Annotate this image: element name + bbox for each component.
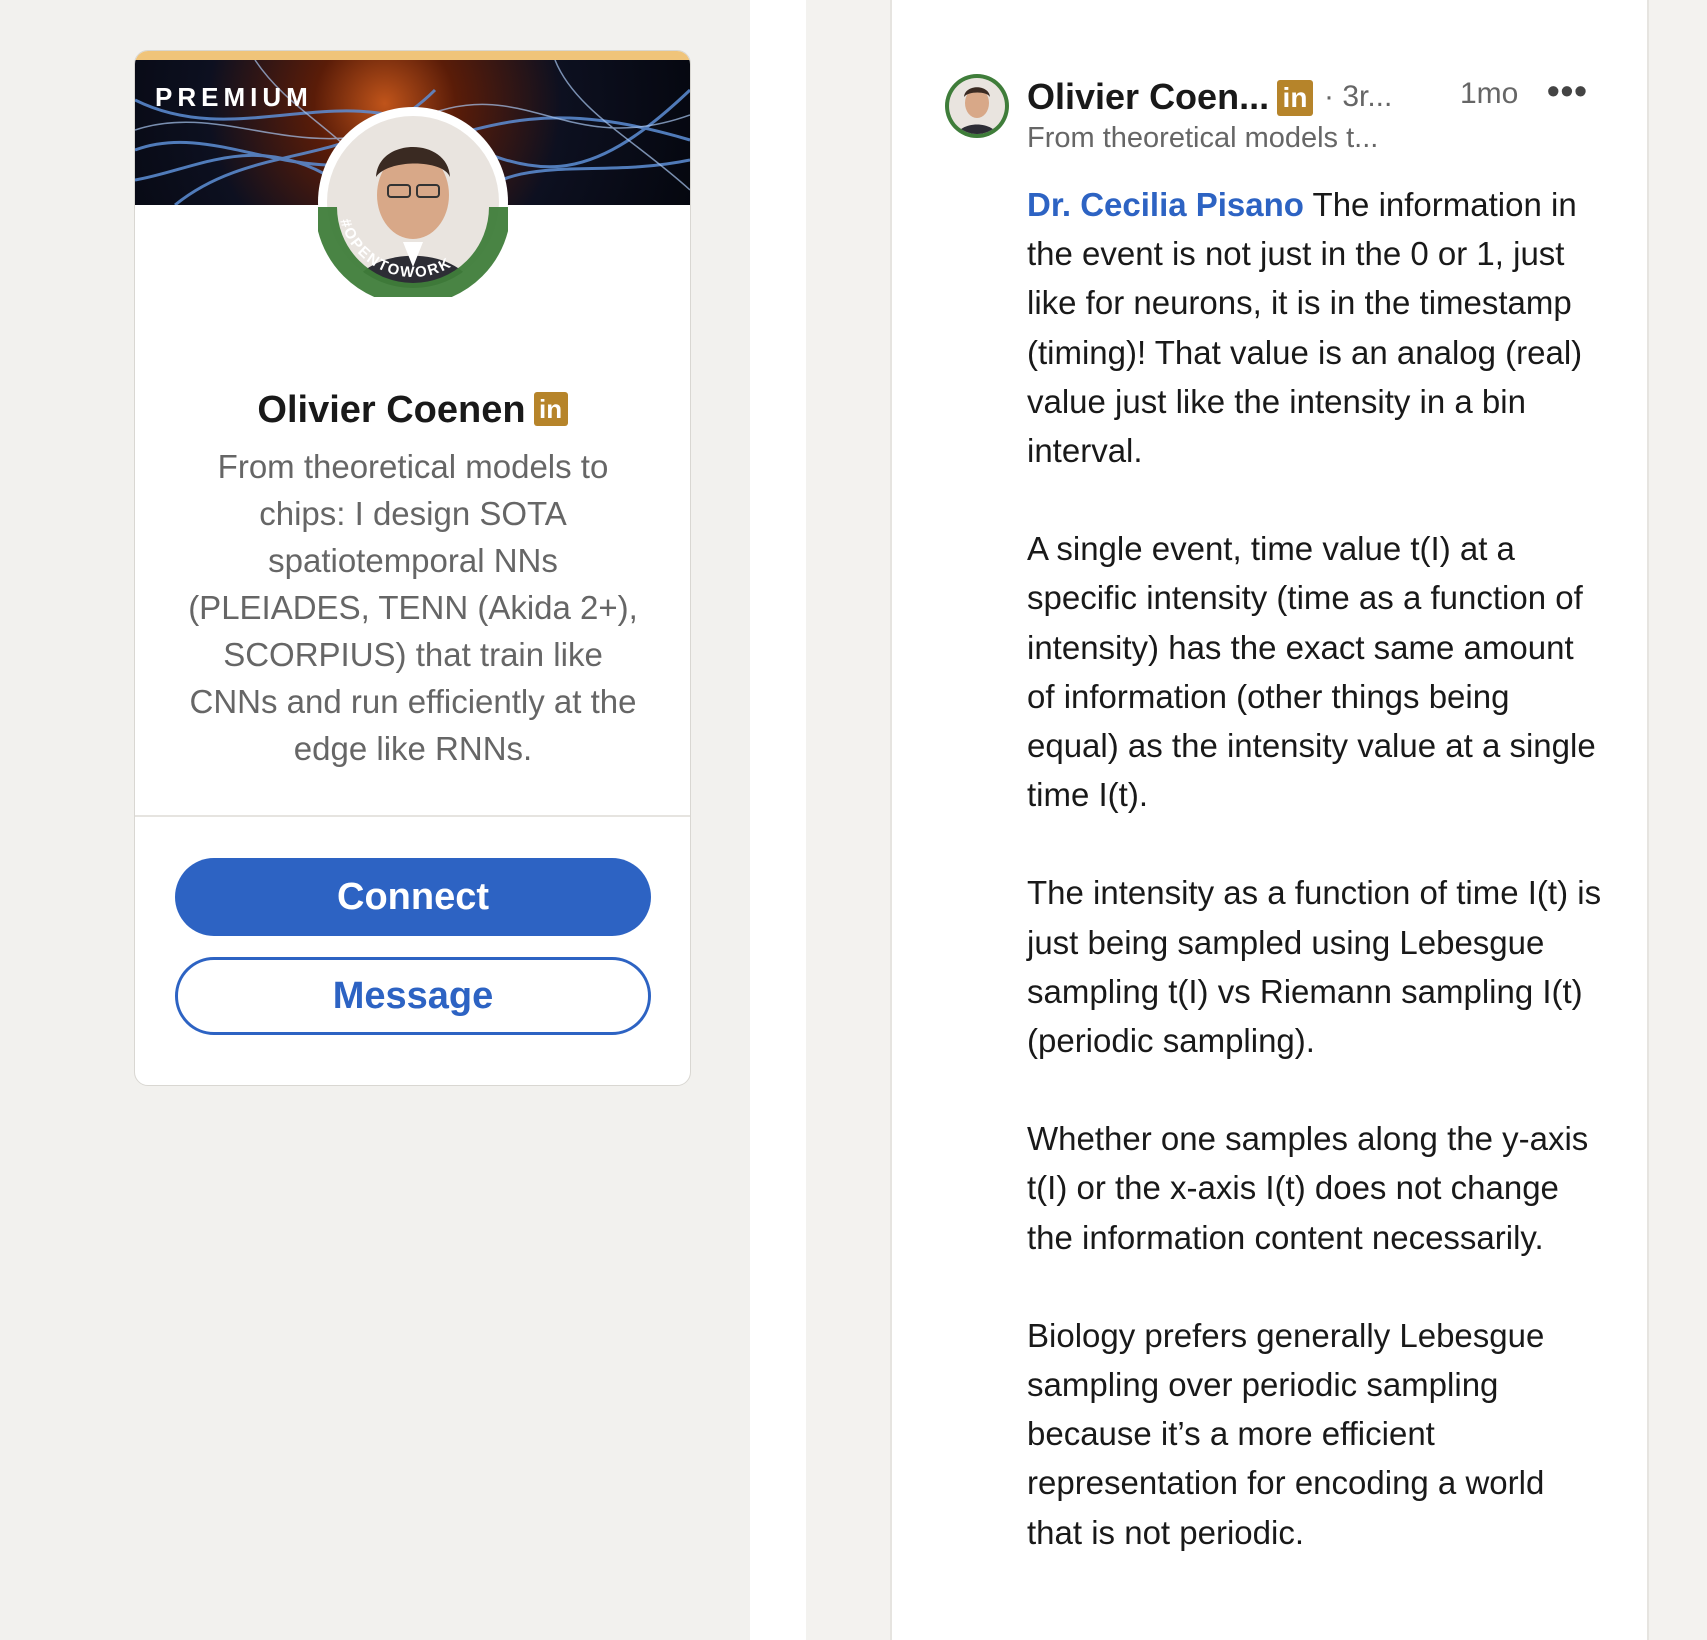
card-divider [135,815,690,817]
comment-text: Dr. Cecilia Pisano The information in th… [1027,180,1607,1606]
linkedin-premium-icon: in [1277,80,1313,116]
profile-avatar[interactable]: #OPENTOWORK [318,107,508,297]
comment-paragraph: Dr. Cecilia Pisano The information in th… [1027,180,1607,475]
premium-label: PREMIUM [155,82,313,112]
comment-author-name[interactable]: Olivier Coen... [1027,76,1269,118]
premium-accent-bar [135,51,690,60]
linkedin-premium-icon: in [533,391,568,426]
comment-paragraph: A single event, time value t(I) at a spe… [1027,530,1596,814]
comment-card: Olivier Coen... in · 3r... 1mo ••• From … [890,0,1649,1640]
profile-headline: From theoretical models to chips: I desi… [188,448,638,767]
connection-degree: · 3r... [1324,80,1393,113]
comment-paragraph-text: The information in the event is not just… [1027,186,1583,470]
mention-link[interactable]: Dr. Cecilia Pisano [1027,186,1304,223]
message-button[interactable]: Message [175,957,651,1035]
connect-button[interactable]: Connect [175,858,651,936]
more-options-icon[interactable]: ••• [1547,70,1588,112]
comment-paragraph: Whether one samples along the y-axis t(I… [1027,1120,1589,1256]
feed-gutter [750,0,806,1640]
profile-name-row[interactable]: Olivier Coenen in [135,389,690,432]
comment-paragraph: The intensity as a function of time I(t)… [1027,874,1602,1060]
left-column: PREMIUM #OPENTOWORK Olivier Coenen in Fr… [0,0,750,1640]
comment-paragraph: Biology prefers generally Lebesgue sampl… [1027,1316,1545,1551]
comment-author-avatar[interactable] [945,74,1009,138]
profile-name[interactable]: Olivier Coenen [257,389,525,431]
profile-hover-card: PREMIUM #OPENTOWORK Olivier Coenen in Fr… [134,50,691,1086]
comment-timestamp: 1mo [1460,77,1519,110]
comment-author-headline: From theoretical models t... [1027,122,1379,154]
